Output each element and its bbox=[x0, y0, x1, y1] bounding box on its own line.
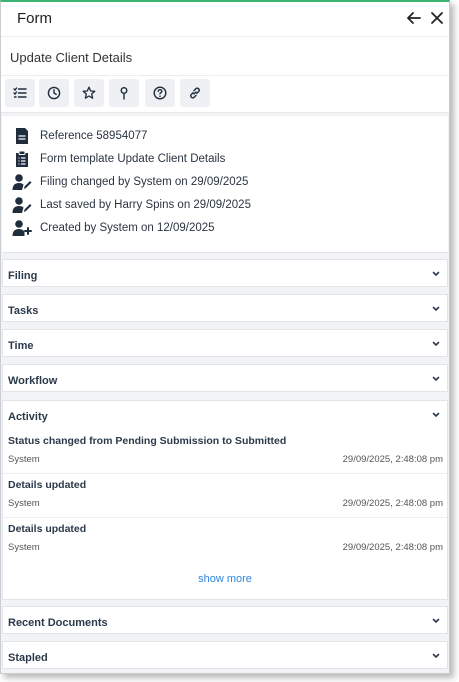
info-reference: Reference 58954077 bbox=[12, 126, 147, 146]
list-icon bbox=[13, 87, 27, 98]
section-stapled[interactable]: Stapled bbox=[2, 641, 448, 669]
link-button[interactable] bbox=[180, 79, 210, 107]
user-add-icon bbox=[12, 220, 32, 236]
panel-header: Form bbox=[1, 2, 449, 37]
info-last-saved: Last saved by Harry Spins on 29/09/2025 bbox=[12, 195, 251, 215]
help-button[interactable] bbox=[145, 79, 175, 107]
chevron-down-icon bbox=[432, 618, 440, 624]
panel-title: Form bbox=[17, 10, 52, 27]
section-recent-documents[interactable]: Recent Documents bbox=[2, 606, 448, 634]
section-workflow[interactable]: Workflow bbox=[2, 364, 448, 392]
back-arrow-icon[interactable] bbox=[405, 9, 423, 27]
activity-label: Activity bbox=[8, 411, 48, 423]
info-form-template: Form template Update Client Details bbox=[12, 149, 225, 169]
clock-icon bbox=[47, 86, 61, 100]
favourite-button[interactable] bbox=[74, 79, 104, 107]
section-activity: Activity Status changed from Pending Sub… bbox=[2, 400, 448, 600]
user-edit-icon bbox=[12, 174, 32, 190]
link-icon bbox=[190, 87, 200, 99]
chevron-down-icon bbox=[432, 306, 440, 312]
help-icon bbox=[153, 86, 167, 100]
form-subtitle-bar: Update Client Details bbox=[1, 37, 449, 76]
list-button[interactable] bbox=[5, 79, 35, 107]
user-edit-icon bbox=[12, 197, 32, 213]
close-icon[interactable] bbox=[428, 9, 446, 27]
form-panel: Form Update Client Details Reference 589… bbox=[0, 0, 450, 674]
document-icon bbox=[16, 128, 28, 144]
info-created: Created by System on 12/09/2025 bbox=[12, 218, 215, 238]
form-info: Reference 58954077 Form template Update … bbox=[2, 116, 448, 253]
chevron-down-icon bbox=[432, 341, 440, 347]
history-button[interactable] bbox=[39, 79, 69, 107]
chevron-down-icon[interactable] bbox=[431, 411, 441, 419]
activity-entry: Details updated System 29/09/2025, 2:48:… bbox=[8, 523, 443, 553]
toolbar bbox=[1, 76, 449, 113]
star-icon bbox=[82, 86, 96, 99]
chevron-down-icon bbox=[432, 376, 440, 382]
section-filing[interactable]: Filing bbox=[2, 259, 448, 287]
chevron-down-icon bbox=[432, 653, 440, 659]
info-filing-changed: Filing changed by System on 29/09/2025 bbox=[12, 172, 248, 192]
form-subtitle: Update Client Details bbox=[10, 50, 133, 65]
clipboard-icon bbox=[16, 150, 28, 167]
section-time[interactable]: Time bbox=[2, 329, 448, 357]
show-more-link[interactable]: show more bbox=[3, 573, 447, 585]
chevron-down-icon bbox=[432, 271, 440, 277]
pin-icon bbox=[120, 87, 128, 100]
activity-entry: Status changed from Pending Submission t… bbox=[3, 429, 447, 474]
pin-button[interactable] bbox=[109, 79, 139, 107]
activity-entry: Details updated System 29/09/2025, 2:48:… bbox=[3, 473, 447, 518]
section-tasks[interactable]: Tasks bbox=[2, 294, 448, 322]
